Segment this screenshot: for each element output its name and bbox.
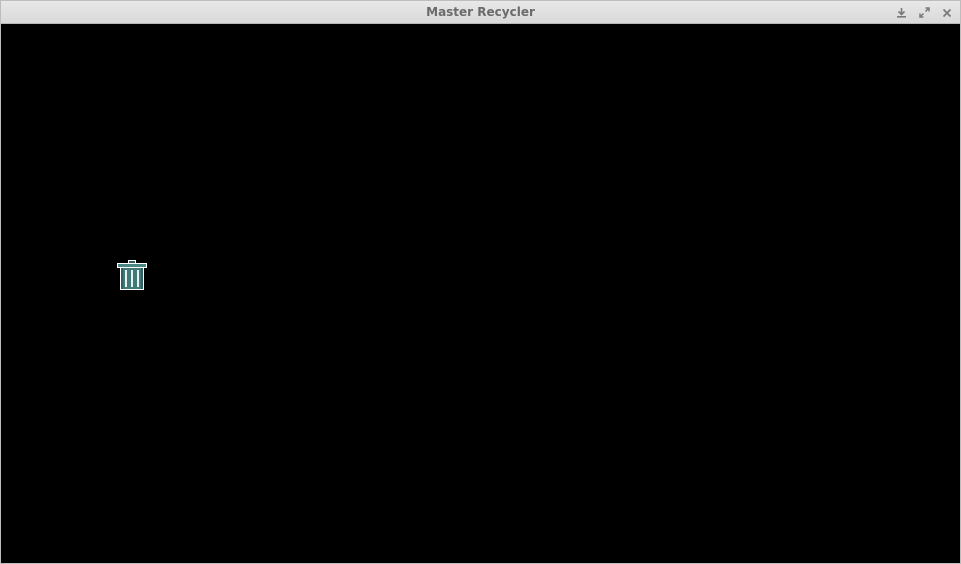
close-x-icon xyxy=(942,8,952,17)
trash-can-icon xyxy=(117,260,147,290)
window-title: Master Recycler xyxy=(426,5,535,19)
game-canvas[interactable] xyxy=(1,25,960,563)
window-controls xyxy=(894,1,954,24)
maximize-button[interactable] xyxy=(917,6,931,20)
download-arrow-icon xyxy=(896,8,906,18)
title-bar[interactable]: Master Recycler xyxy=(1,1,960,24)
trash-can-sprite[interactable] xyxy=(116,259,148,291)
close-button[interactable] xyxy=(940,6,954,20)
app-window: Master Recycler xyxy=(0,0,961,564)
expand-arrows-icon xyxy=(918,7,930,18)
minimize-button[interactable] xyxy=(894,6,908,20)
